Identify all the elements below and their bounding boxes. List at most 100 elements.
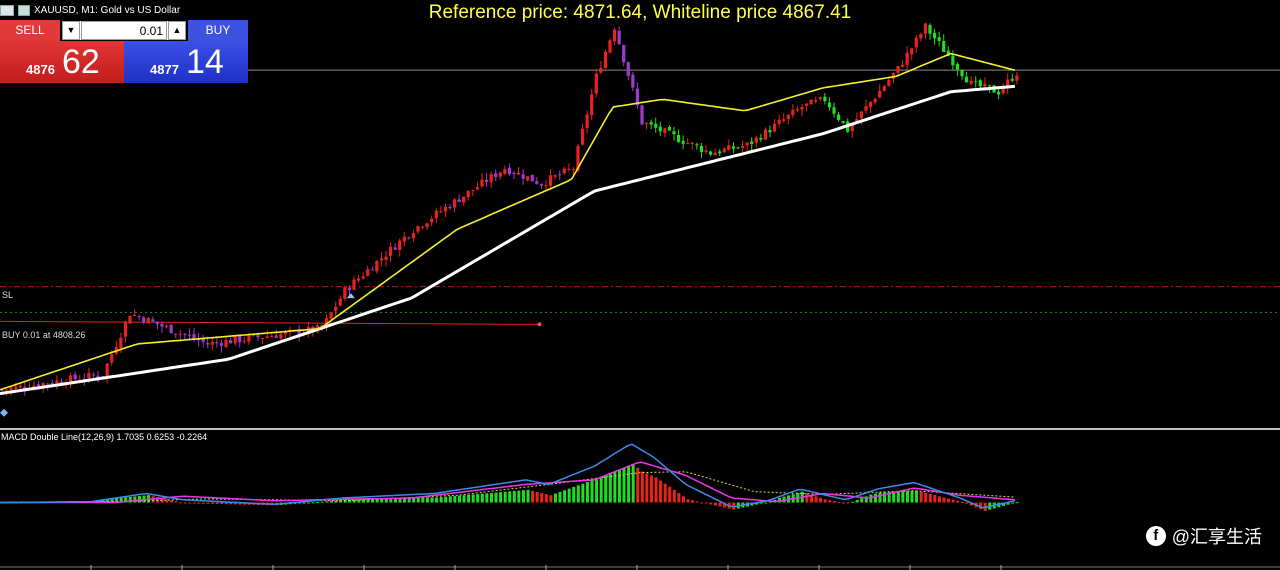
candle-body [151,319,155,322]
macd-histogram-bar [197,502,201,504]
lot-increase-icon[interactable]: ▲ [168,21,186,40]
candle-body [736,147,740,149]
candle-body [868,101,873,108]
macd-histogram-bar [558,491,562,503]
macd-histogram-bar [709,502,713,505]
candle-body [983,83,987,87]
macd-histogram-bar [576,485,580,503]
macd-histogram-bar [494,492,498,503]
candle-body [900,64,905,67]
sell-quote-pips: 62 [62,43,100,81]
candle-body [475,187,480,190]
candle-body [622,45,626,63]
macd-histogram-bar [608,473,612,503]
macd-histogram-bar [901,491,905,503]
candle-body [384,256,388,260]
candle-body [841,121,845,123]
price-chart[interactable] [0,0,1280,570]
candle-body [398,240,402,251]
candle-body [375,260,379,272]
candle-body [859,111,864,119]
candle-body [882,86,886,91]
candle-body [137,316,141,318]
candle-body [644,123,649,125]
macd-histogram-bar [307,502,311,504]
macd-histogram-bar [965,502,969,504]
macd-histogram-bar [663,483,667,503]
candle-body [256,335,260,338]
macd-histogram-bar [828,500,832,503]
candle-body [763,129,768,140]
candle-body [123,322,128,337]
buy-quote[interactable]: 4877 14 [124,41,248,83]
macd-histogram-bar [535,491,539,503]
candle-body [772,123,777,132]
macd-histogram-bar [645,473,649,503]
candle-body [910,48,914,55]
watermark-text: @汇享生活 [1171,527,1262,547]
candle-body [960,70,964,77]
candle-body [73,374,77,380]
macd-histogram-bar [668,486,672,503]
candle-body [754,137,758,143]
macd-histogram-bar [137,495,141,503]
candle-body [580,128,585,145]
candle-body [201,338,205,342]
candle-body [713,152,717,156]
candle-body [914,37,918,48]
macd-histogram-bar [919,491,923,503]
macd-histogram-bar [672,489,676,503]
macd-histogram-bar [174,501,178,503]
candle-body [942,40,946,52]
candle-body [896,66,900,73]
candle-body [265,336,269,338]
candle-body [9,387,13,390]
candle-body [343,287,347,299]
candle-body [242,340,246,342]
lot-decrease-icon[interactable]: ▼ [62,21,80,40]
macd-histogram-bar [846,502,850,504]
buy-button[interactable]: BUY [188,20,248,41]
candle-body [626,62,630,76]
macd-histogram-bar [622,467,626,503]
macd-histogram-bar [649,475,653,503]
candle-body [393,247,397,250]
candle-body [155,321,160,325]
sell-quote[interactable]: 4876 62 [0,41,124,83]
candle-body [969,80,973,84]
candle-body [215,342,219,344]
macd-histogram-bar [686,499,690,503]
candle-body [356,278,361,281]
candle-body [407,237,411,239]
macd-histogram-bar [860,498,864,503]
macd-histogram-bar [521,490,525,503]
candle-body [676,135,681,142]
macd-histogram-bar [549,495,553,503]
candle-body [18,385,22,388]
sl-label: SL [2,290,14,300]
macd-histogram-bar [471,494,475,503]
candle-body [416,225,420,232]
macd-histogram-bar [695,501,699,503]
sell-button[interactable]: SELL [0,20,60,41]
candle-body [160,323,164,327]
candle-body [777,119,781,124]
lot-size-input[interactable] [81,21,167,40]
candle-body [745,142,749,146]
macd-histogram-bar [215,502,219,505]
candle-body [804,103,809,106]
candle-body [274,335,278,338]
candle-body [132,314,137,316]
candle-body [462,196,466,203]
candle-body [951,55,955,66]
candle-body [183,333,187,335]
macd-histogram-bar [316,501,320,503]
candle-body [247,335,251,342]
macd-histogram-bar [201,502,205,504]
macd-histogram-bar [425,497,429,503]
candle-body [178,333,182,335]
buy-arrow-marker [0,408,8,417]
candle-body [466,190,470,198]
macd-histogram-bar [188,502,192,504]
macd-histogram-bar [713,502,717,506]
